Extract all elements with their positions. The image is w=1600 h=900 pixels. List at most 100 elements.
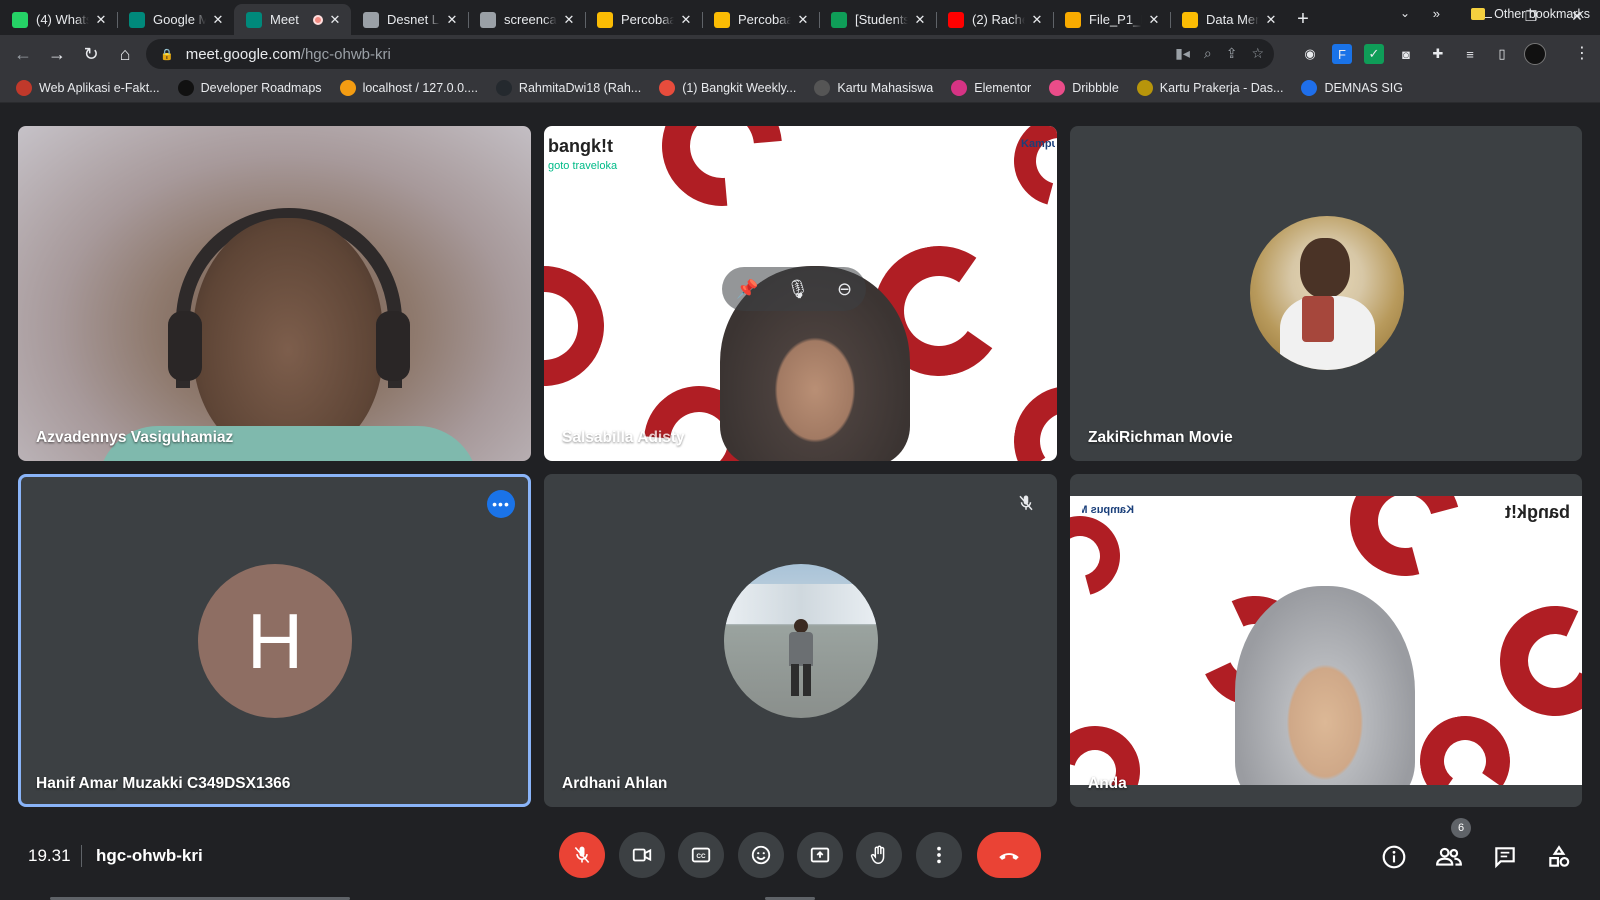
close-tab-icon[interactable]: ✕: [1263, 12, 1279, 28]
participant-tile-self[interactable]: bangk!t Kampus Merdeka Anda: [1070, 474, 1582, 807]
browser-tab[interactable]: Percobaan ✕: [585, 4, 702, 35]
close-tab-icon[interactable]: ✕: [93, 12, 109, 28]
tab-search-icon[interactable]: ⌄: [1400, 6, 1410, 20]
participant-tile-3[interactable]: ZakiRichman Movie: [1070, 126, 1582, 461]
chrome-menu-icon[interactable]: ⋮: [1574, 43, 1590, 63]
bookmark-item[interactable]: Developer Roadmaps: [177, 79, 322, 96]
bookmark-item[interactable]: Kartu Prakerja - Das...: [1136, 79, 1284, 96]
bookmark-label: Kartu Prakerja - Das...: [1159, 80, 1284, 95]
more-options-menu-button[interactable]: [916, 832, 962, 878]
side-panel-icon[interactable]: ▯: [1492, 44, 1512, 64]
reactions-button[interactable]: [738, 832, 784, 878]
activities-button[interactable]: [1544, 842, 1574, 872]
tab-title: Percobaan: [621, 12, 674, 27]
forward-icon[interactable]: →: [40, 37, 74, 71]
profile-avatar[interactable]: [1524, 43, 1546, 65]
camera-in-use-icon[interactable]: ▮◂: [1175, 45, 1190, 62]
people-icon: [1436, 847, 1462, 866]
close-tab-icon[interactable]: ✕: [1146, 12, 1162, 28]
tab-title: [Students: [855, 12, 908, 27]
leave-call-button[interactable]: [977, 832, 1041, 878]
bookmark-item[interactable]: RahmitaDwi18 (Rah...: [495, 79, 641, 96]
media-control-icon[interactable]: ≡: [1460, 44, 1480, 64]
close-tab-icon[interactable]: ✕: [444, 12, 460, 28]
muted-mic-icon: [1013, 490, 1039, 516]
url-text: meet.google.com/hgc-ohwb-kri: [186, 46, 391, 63]
bookmark-item[interactable]: (1) Bangkit Weekly...: [659, 79, 796, 96]
browser-tab[interactable]: Desnet Labs ✕: [351, 4, 468, 35]
share-icon[interactable]: ⇪: [1226, 45, 1238, 62]
folder-icon: [1471, 8, 1486, 20]
browser-tab[interactable]: Data Mentor ✕: [1170, 4, 1287, 35]
captions-button[interactable]: CC: [678, 832, 724, 878]
bookmark-item[interactable]: Dribbble: [1049, 79, 1119, 96]
video-camera-icon: [632, 848, 652, 862]
browser-tab[interactable]: screencapture ✕: [468, 4, 585, 35]
sheets-icon: [831, 11, 847, 28]
browser-tab[interactable]: (4) WhatsApp ✕: [0, 4, 117, 35]
close-tab-icon[interactable]: ✕: [327, 12, 343, 28]
bookmark-item[interactable]: localhost / 127.0.0....: [339, 79, 478, 96]
close-tab-icon[interactable]: ✕: [561, 12, 577, 28]
whatsapp-icon: [12, 11, 28, 28]
close-tab-icon[interactable]: ✕: [795, 12, 811, 28]
home-icon[interactable]: ⌂: [108, 37, 142, 71]
zoom-icon[interactable]: ⌕: [1204, 45, 1212, 62]
url-path: /hgc-ohwb-kri: [300, 45, 391, 63]
pin-icon[interactable]: 📌: [736, 279, 758, 300]
raise-hand-button[interactable]: [856, 832, 902, 878]
tab-title: Data Mentor: [1206, 12, 1259, 27]
browser-tab[interactable]: Google Meet ✕: [117, 4, 234, 35]
close-tab-icon[interactable]: ✕: [1029, 12, 1045, 28]
divider: [81, 845, 82, 867]
browser-tab[interactable]: File_P1_Intro ✕: [1053, 4, 1170, 35]
extension-ft-icon[interactable]: F: [1332, 44, 1352, 64]
tab-title: File_P1_Intro: [1089, 12, 1142, 27]
people-button[interactable]: [1434, 842, 1464, 872]
participant-tile-2[interactable]: bangk!t goto traveloka Kampus Merdeka 📌 …: [544, 126, 1057, 461]
remove-icon[interactable]: ⊖: [837, 279, 852, 300]
globe-icon: [480, 11, 496, 28]
back-icon[interactable]: ←: [6, 37, 40, 71]
browser-tab[interactable]: [Students ✕: [819, 4, 936, 35]
tab-title: screencapture: [504, 12, 557, 27]
other-bookmarks[interactable]: Other bookmarks: [1471, 7, 1590, 21]
close-tab-icon[interactable]: ✕: [678, 12, 694, 28]
new-tab-icon[interactable]: +: [1287, 4, 1319, 35]
chat-button[interactable]: [1490, 842, 1520, 872]
browser-tab[interactable]: (2) Rachel ✕: [936, 4, 1053, 35]
mic-icon[interactable]: 🎙: [786, 279, 809, 300]
browser-tab[interactable]: Meet ✕: [234, 4, 351, 35]
extension-camera-icon[interactable]: ◙: [1396, 44, 1416, 64]
close-tab-icon[interactable]: ✕: [912, 12, 928, 28]
participant-tile-1[interactable]: Azvadennys Vasiguhamiaz: [18, 126, 531, 461]
camera-toggle-button[interactable]: [619, 832, 665, 878]
reload-icon[interactable]: ↻: [74, 37, 108, 71]
lock-icon[interactable]: 🔒: [160, 48, 174, 61]
participant-video-face: [193, 218, 383, 458]
browser-tab[interactable]: Percobaan ✕: [702, 4, 819, 35]
people-count-badge: 6: [1451, 818, 1471, 838]
extensions-puzzle-icon[interactable]: ✚: [1428, 44, 1448, 64]
chat-icon: [1495, 847, 1515, 869]
more-options-button[interactable]: •••: [487, 490, 515, 518]
meeting-details-button[interactable]: [1379, 842, 1409, 872]
participant-tile-5[interactable]: Ardhani Ahlan: [544, 474, 1057, 807]
mic-toggle-button[interactable]: [559, 832, 605, 878]
bookmark-item[interactable]: DEMNAS SIG: [1301, 79, 1403, 96]
bookmark-label: Developer Roadmaps: [200, 80, 322, 95]
participant-tile-4[interactable]: H ••• Hanif Amar Muzakki C349DSX1366: [18, 474, 531, 807]
bookmark-item[interactable]: Kartu Mahasiswa: [814, 79, 933, 96]
extension-check-icon[interactable]: ✓: [1364, 44, 1384, 64]
close-tab-icon[interactable]: ✕: [210, 12, 226, 28]
address-bar[interactable]: 🔒 meet.google.com/hgc-ohwb-kri ▮◂ ⌕ ⇪ ☆: [146, 39, 1274, 69]
bookmark-star-icon[interactable]: ☆: [1251, 45, 1264, 62]
bookmark-item[interactable]: Elementor: [951, 79, 1031, 96]
globe-icon: [363, 11, 379, 28]
extension-incognito-icon[interactable]: ◉: [1300, 44, 1320, 64]
browser-tab-strip: (4) WhatsApp✕Google Meet✕Meet✕Desnet Lab…: [0, 0, 1600, 35]
bookmark-item[interactable]: Web Aplikasi e-Fakt...: [16, 79, 160, 96]
bookmarks-overflow-icon[interactable]: »: [1433, 6, 1440, 21]
present-screen-button[interactable]: [797, 832, 843, 878]
bg-ring-shape: [637, 126, 807, 231]
